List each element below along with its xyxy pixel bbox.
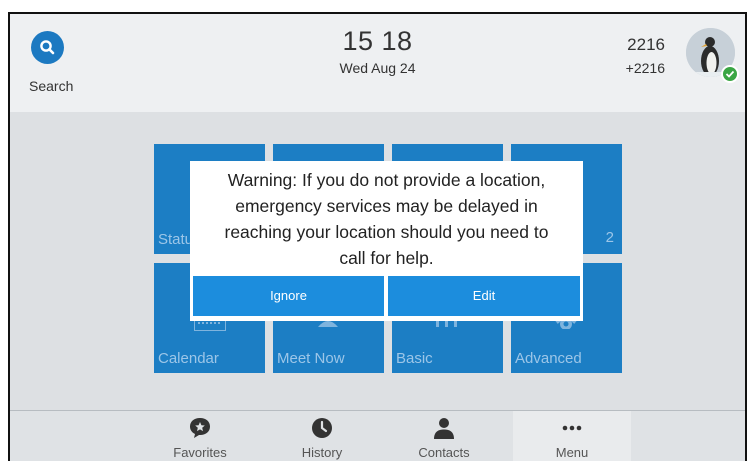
account-name: 2216 (627, 35, 665, 54)
top-bar: Search 15 18 Wed Aug 24 2216 +2216 (10, 14, 745, 112)
softkey-label: Menu (555, 445, 589, 460)
history-icon (312, 418, 332, 438)
tile-label: Statu (158, 231, 194, 248)
account-info[interactable]: 2216 +2216 (626, 35, 665, 76)
presence-status-icon (721, 65, 739, 83)
softkey-favorites[interactable]: Favorites (141, 411, 259, 461)
softkey-label: Contacts (418, 445, 470, 460)
phone-screen: Search 15 18 Wed Aug 24 2216 +2216 Statu… (8, 12, 747, 461)
dialog-message-line: call for help. (339, 248, 434, 268)
favorites-icon (190, 418, 210, 438)
dialog-message: Warning: If you do not provide a locatio… (190, 167, 583, 271)
contacts-icon (434, 418, 454, 439)
softkey-contacts[interactable]: Contacts (385, 411, 503, 461)
dialog-buttons: Ignore Edit (193, 276, 580, 316)
dialog-message-line: Warning: If you do not provide a locatio… (227, 170, 546, 190)
tile-label: Advanced (515, 350, 582, 367)
dialog-message-line: reaching your location should you need t… (224, 222, 549, 242)
softkey-label: History (301, 445, 343, 460)
softkey-history[interactable]: History (263, 411, 381, 461)
tile-label: Basic (396, 350, 433, 367)
more-icon (562, 425, 582, 431)
location-warning-dialog: Warning: If you do not provide a locatio… (190, 161, 583, 321)
tile-label: 2 (605, 229, 614, 246)
tile-label: Calendar (158, 350, 219, 367)
dialog-message-line: emergency services may be delayed in (235, 196, 538, 216)
ignore-button[interactable]: Ignore (193, 276, 384, 316)
account-number: +2216 (625, 60, 665, 76)
softkey-menu[interactable]: Menu (513, 411, 631, 461)
tile-label: Meet Now (277, 350, 345, 367)
softkey-label: Favorites (173, 445, 227, 460)
search-label: Search (29, 78, 74, 94)
softkey-bar: Favorites History Contacts Menu (10, 410, 745, 461)
edit-button[interactable]: Edit (388, 276, 580, 316)
